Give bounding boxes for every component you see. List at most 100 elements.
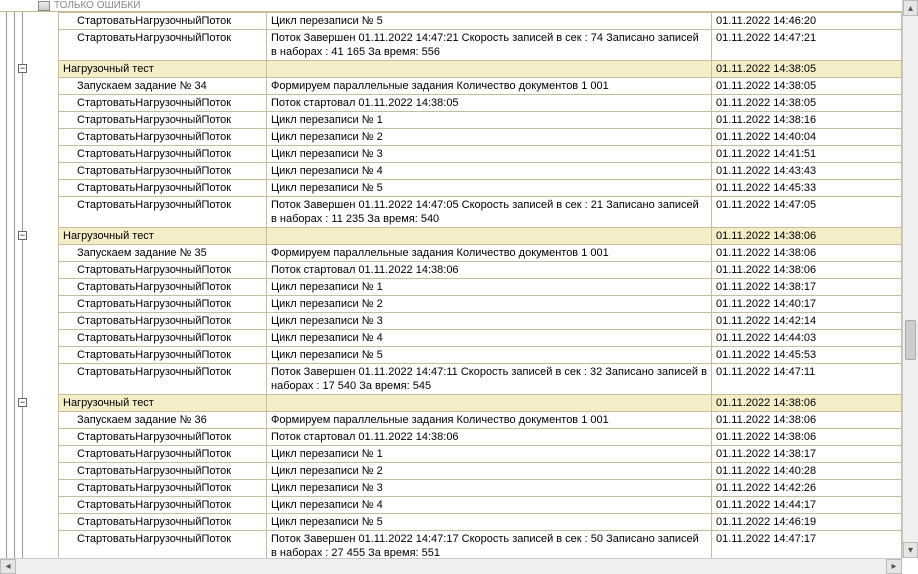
message-cell: Поток Завершен 01.11.2022 14:47:17 Скоро…	[267, 531, 712, 559]
message-cell: Цикл перезаписи № 5	[267, 13, 712, 30]
timestamp-cell: 01.11.2022 14:38:05	[712, 61, 902, 78]
table-row[interactable]: СтартоватьНагрузочныйПотокПоток Завершен…	[59, 364, 902, 395]
table-row[interactable]: СтартоватьНагрузочныйПотокЦикл перезапис…	[59, 497, 902, 514]
event-name-cell: СтартоватьНагрузочныйПоток	[59, 30, 267, 61]
table-row[interactable]: СтартоватьНагрузочныйПотокПоток Завершен…	[59, 531, 902, 559]
timestamp-cell: 01.11.2022 14:38:06	[712, 262, 902, 279]
event-name-cell: СтартоватьНагрузочныйПоток	[59, 347, 267, 364]
message-cell: Формируем параллельные задания Количеств…	[267, 412, 712, 429]
event-name-cell: СтартоватьНагрузочныйПоток	[59, 262, 267, 279]
event-name-cell: СтартоватьНагрузочныйПоток	[59, 163, 267, 180]
table-row[interactable]: СтартоватьНагрузочныйПотокЦикл перезапис…	[59, 330, 902, 347]
event-name-cell: СтартоватьНагрузочныйПоток	[59, 446, 267, 463]
event-name-cell: Нагрузочный тест	[59, 228, 267, 245]
table-row[interactable]: СтартоватьНагрузочныйПотокЦикл перезапис…	[59, 112, 902, 129]
table-row[interactable]: Запускаем задание № 34Формируем параллел…	[59, 78, 902, 95]
message-cell: Цикл перезаписи № 2	[267, 296, 712, 313]
log-table: СтартоватьНагрузочныйПотокЦикл перезапис…	[58, 12, 902, 558]
event-name-cell: Запускаем задание № 36	[59, 412, 267, 429]
message-cell: Формируем параллельные задания Количеств…	[267, 245, 712, 262]
event-name-cell: СтартоватьНагрузочныйПоток	[59, 13, 267, 30]
message-cell: Цикл перезаписи № 3	[267, 313, 712, 330]
timestamp-cell: 01.11.2022 14:38:06	[712, 395, 902, 412]
scroll-left-button[interactable]: ◂	[0, 559, 16, 574]
collapse-toggle[interactable]: −	[18, 231, 27, 240]
message-cell: Цикл перезаписи № 3	[267, 146, 712, 163]
timestamp-cell: 01.11.2022 14:44:17	[712, 497, 902, 514]
table-row[interactable]: СтартоватьНагрузочныйПотокЦикл перезапис…	[59, 180, 902, 197]
table-row[interactable]: СтартоватьНагрузочныйПотокЦикл перезапис…	[59, 514, 902, 531]
vertical-scrollbar[interactable]: ▴ ▾	[902, 0, 918, 558]
group-header-row[interactable]: Нагрузочный тест 01.11.2022 14:38:05	[59, 61, 902, 78]
message-cell: Поток Завершен 01.11.2022 14:47:05 Скоро…	[267, 197, 712, 228]
timestamp-cell: 01.11.2022 14:40:04	[712, 129, 902, 146]
message-cell: Цикл перезаписи № 5	[267, 347, 712, 364]
message-cell: Цикл перезаписи № 4	[267, 330, 712, 347]
table-row[interactable]: СтартоватьНагрузочныйПотокПоток стартова…	[59, 429, 902, 446]
table-row[interactable]: СтартоватьНагрузочныйПотокЦикл перезапис…	[59, 313, 902, 330]
table-row[interactable]: СтартоватьНагрузочныйПотокПоток стартова…	[59, 262, 902, 279]
timestamp-cell: 01.11.2022 14:47:17	[712, 531, 902, 559]
collapse-toggle[interactable]: −	[18, 398, 27, 407]
event-name-cell: СтартоватьНагрузочныйПоток	[59, 146, 267, 163]
table-row[interactable]: СтартоватьНагрузочныйПотокЦикл перезапис…	[59, 446, 902, 463]
timestamp-cell: 01.11.2022 14:40:17	[712, 296, 902, 313]
table-row[interactable]: СтартоватьНагрузочныйПотокЦикл перезапис…	[59, 13, 902, 30]
message-cell: Поток стартовал 01.11.2022 14:38:06	[267, 429, 712, 446]
scroll-up-button[interactable]: ▴	[903, 0, 918, 16]
event-name-cell: СтартоватьНагрузочныйПоток	[59, 463, 267, 480]
group-header-row[interactable]: Нагрузочный тест 01.11.2022 14:38:06	[59, 395, 902, 412]
event-name-cell: СтартоватьНагрузочныйПоток	[59, 95, 267, 112]
table-row[interactable]: СтартоватьНагрузочныйПотокПоток Завершен…	[59, 197, 902, 228]
horizontal-scrollbar[interactable]: ◂ ▸	[0, 558, 902, 574]
table-row[interactable]: СтартоватьНагрузочныйПотокЦикл перезапис…	[59, 146, 902, 163]
message-cell: Цикл перезаписи № 4	[267, 163, 712, 180]
timestamp-cell: 01.11.2022 14:47:21	[712, 30, 902, 61]
collapse-toggle[interactable]: −	[18, 64, 27, 73]
table-row[interactable]: СтартоватьНагрузочныйПотокЦикл перезапис…	[59, 279, 902, 296]
table-row[interactable]: СтартоватьНагрузочныйПотокЦикл перезапис…	[59, 347, 902, 364]
table-row[interactable]: Запускаем задание № 36Формируем параллел…	[59, 412, 902, 429]
event-name-cell: СтартоватьНагрузочныйПоток	[59, 112, 267, 129]
event-name-cell: СтартоватьНагрузочныйПоток	[59, 497, 267, 514]
table-row[interactable]: СтартоватьНагрузочныйПотокЦикл перезапис…	[59, 480, 902, 497]
timestamp-cell: 01.11.2022 14:46:20	[712, 13, 902, 30]
message-cell	[267, 228, 712, 245]
event-name-cell: СтартоватьНагрузочныйПоток	[59, 279, 267, 296]
log-tree: −−−− СтартоватьНагрузочныйПотокЦикл пере…	[0, 12, 902, 558]
timestamp-cell: 01.11.2022 14:38:06	[712, 228, 902, 245]
event-name-cell: СтартоватьНагрузочныйПоток	[59, 313, 267, 330]
timestamp-cell: 01.11.2022 14:42:26	[712, 480, 902, 497]
timestamp-cell: 01.11.2022 14:38:05	[712, 95, 902, 112]
event-name-cell: Нагрузочный тест	[59, 395, 267, 412]
event-name-cell: СтартоватьНагрузочныйПоток	[59, 197, 267, 228]
table-row[interactable]: СтартоватьНагрузочныйПотокПоток стартова…	[59, 95, 902, 112]
timestamp-cell: 01.11.2022 14:38:06	[712, 412, 902, 429]
message-cell: Поток стартовал 01.11.2022 14:38:06	[267, 262, 712, 279]
timestamp-cell: 01.11.2022 14:38:06	[712, 429, 902, 446]
table-row[interactable]: Запускаем задание № 35Формируем параллел…	[59, 245, 902, 262]
timestamp-cell: 01.11.2022 14:38:16	[712, 112, 902, 129]
message-cell	[267, 61, 712, 78]
event-name-cell: СтартоватьНагрузочныйПоток	[59, 364, 267, 395]
event-name-cell: СтартоватьНагрузочныйПоток	[59, 129, 267, 146]
table-row[interactable]: СтартоватьНагрузочныйПотокЦикл перезапис…	[59, 296, 902, 313]
table-row[interactable]: СтартоватьНагрузочныйПотокЦикл перезапис…	[59, 163, 902, 180]
timestamp-cell: 01.11.2022 14:43:43	[712, 163, 902, 180]
event-name-cell: Нагрузочный тест	[59, 61, 267, 78]
event-name-cell: СтартоватьНагрузочныйПоток	[59, 531, 267, 559]
table-row[interactable]: СтартоватьНагрузочныйПотокЦикл перезапис…	[59, 463, 902, 480]
scroll-down-button[interactable]: ▾	[903, 542, 918, 558]
event-name-cell: Запускаем задание № 34	[59, 78, 267, 95]
toolbar: ТОЛЬКО ОШИБКИ	[0, 0, 918, 12]
group-header-row[interactable]: Нагрузочный тест 01.11.2022 14:38:06	[59, 228, 902, 245]
table-row[interactable]: СтартоватьНагрузочныйПотокЦикл перезапис…	[59, 129, 902, 146]
timestamp-cell: 01.11.2022 14:38:06	[712, 245, 902, 262]
timestamp-cell: 01.11.2022 14:45:53	[712, 347, 902, 364]
scroll-thumb-vertical[interactable]	[905, 320, 916, 360]
event-name-cell: СтартоватьНагрузочныйПоток	[59, 296, 267, 313]
table-row[interactable]: СтартоватьНагрузочныйПотокПоток Завершен…	[59, 30, 902, 61]
event-name-cell: СтартоватьНагрузочныйПоток	[59, 514, 267, 531]
scroll-right-button[interactable]: ▸	[886, 559, 902, 574]
event-name-cell: СтартоватьНагрузочныйПоток	[59, 180, 267, 197]
